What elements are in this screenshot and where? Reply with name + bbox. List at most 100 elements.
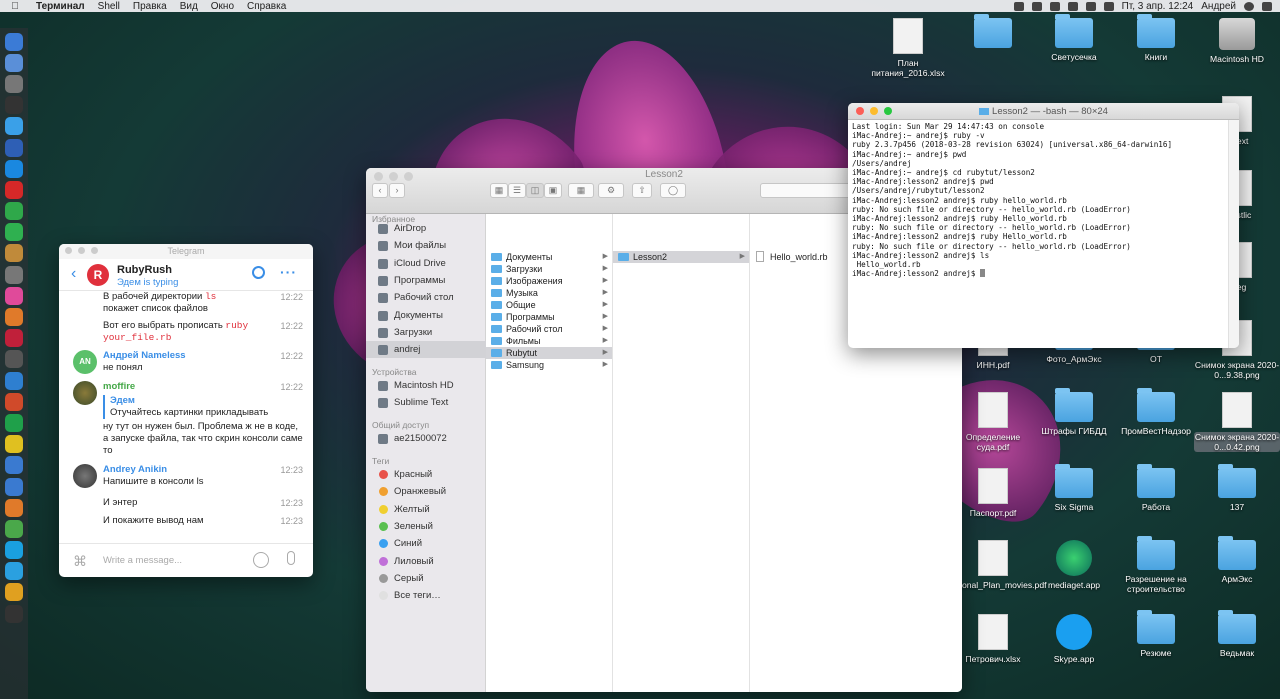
- dock-app-icon[interactable]: [5, 96, 23, 115]
- desktop-icon[interactable]: Резюме: [1113, 610, 1199, 658]
- desktop-icon[interactable]: [950, 14, 1036, 52]
- sidebar-item[interactable]: andrej: [366, 341, 486, 359]
- forward-button[interactable]: ›: [389, 183, 405, 198]
- sidebar-tag[interactable]: Желтый: [366, 501, 486, 518]
- terminal-titlebar[interactable]: Lesson2 — -bash — 80×24: [848, 103, 1239, 120]
- user-avatar[interactable]: AN: [73, 350, 97, 374]
- menu-clock[interactable]: Пт, 3 апр. 12:24: [1122, 1, 1194, 12]
- desktop-icon[interactable]: mediaget.app: [1031, 540, 1117, 590]
- close-button[interactable]: [856, 107, 864, 115]
- desktop-icon[interactable]: Работа: [1113, 464, 1199, 512]
- emoji-icon[interactable]: [253, 552, 269, 568]
- sidebar-tag[interactable]: Красный: [366, 466, 486, 483]
- sidebar-item[interactable]: Загрузки: [366, 324, 486, 341]
- desktop-icon[interactable]: Skype.app: [1031, 614, 1117, 664]
- menu-item-view[interactable]: Вид: [180, 1, 198, 12]
- sidebar-tag[interactable]: Синий: [366, 535, 486, 552]
- dock-app-icon[interactable]: [5, 541, 23, 560]
- user-avatar[interactable]: [73, 381, 97, 405]
- dock-app-icon[interactable]: [5, 308, 23, 327]
- desktop-icon[interactable]: Светусечка: [1031, 14, 1117, 62]
- desktop-icon[interactable]: Штрафы ГИБДД: [1031, 388, 1117, 436]
- more-icon[interactable]: ···: [280, 264, 297, 280]
- dock-app-icon[interactable]: [5, 498, 23, 517]
- minimize-button[interactable]: [870, 107, 878, 115]
- sidebar-item[interactable]: Sublime Text: [366, 394, 486, 411]
- sidebar-item[interactable]: Документы: [366, 307, 486, 324]
- dock-app-icon[interactable]: [5, 392, 23, 411]
- sidebar-item[interactable]: AirDrop: [366, 220, 486, 237]
- sidebar-tag[interactable]: Все теги…: [366, 587, 486, 604]
- dock-app-icon[interactable]: [5, 329, 23, 348]
- dock-app-icon[interactable]: [5, 202, 23, 221]
- close-button[interactable]: [65, 247, 72, 254]
- dock-app-icon[interactable]: [5, 159, 23, 178]
- folder-item[interactable]: Музыка ▶: [486, 287, 612, 299]
- dock-app-icon[interactable]: [5, 519, 23, 538]
- dock-app-icon[interactable]: [5, 350, 23, 369]
- desktop-icon[interactable]: Определение суда.pdf: [950, 392, 1036, 452]
- gear-icon[interactable]: ⚙: [598, 183, 624, 198]
- share-icon[interactable]: ⇧: [632, 183, 652, 198]
- menu-item-window[interactable]: Окно: [211, 1, 234, 12]
- dock-app-icon[interactable]: [5, 562, 23, 581]
- status-icon[interactable]: [1031, 1, 1042, 11]
- scrollbar[interactable]: [1228, 120, 1239, 348]
- desktop-icon[interactable]: Петрович.xlsx: [950, 614, 1036, 664]
- folder-item[interactable]: Рабочий стол ▶: [486, 323, 612, 335]
- minimize-button[interactable]: [78, 247, 85, 254]
- back-button[interactable]: ‹: [372, 183, 388, 198]
- folder-item[interactable]: Загрузки ▶: [486, 263, 612, 275]
- sidebar-tag[interactable]: Оранжевый: [366, 483, 486, 500]
- volume-icon[interactable]: [1085, 1, 1096, 11]
- sidebar-item[interactable]: iCloud Drive: [366, 255, 486, 272]
- dock-app-icon[interactable]: [5, 477, 23, 496]
- folder-item[interactable]: Samsung ▶: [486, 359, 612, 371]
- chat-name[interactable]: RubyRush: [117, 264, 172, 276]
- folder-item[interactable]: Фильмы ▶: [486, 335, 612, 347]
- desktop-icon[interactable]: ersonal_Plan_movies.pdf: [950, 540, 1047, 590]
- flag-icon[interactable]: [1103, 1, 1114, 11]
- message-sender[interactable]: Andrey Anikin: [103, 464, 303, 476]
- attach-icon[interactable]: ⌘: [73, 553, 87, 570]
- zoom-button[interactable]: [884, 107, 892, 115]
- chat-avatar[interactable]: R: [87, 264, 109, 286]
- notification-icon[interactable]: [1262, 1, 1272, 11]
- dock-app-icon[interactable]: [5, 74, 23, 93]
- folder-item[interactable]: Изображения ▶: [486, 275, 612, 287]
- dock-app-icon[interactable]: [5, 413, 23, 432]
- desktop-icon[interactable]: АрмЭкс: [1194, 536, 1280, 584]
- finder-column-2[interactable]: Lesson2 ▶: [613, 214, 750, 692]
- sidebar-tag[interactable]: Серый: [366, 570, 486, 587]
- desktop-icon[interactable]: Macintosh HD: [1194, 18, 1280, 64]
- microphone-icon[interactable]: [287, 551, 295, 565]
- user-avatar[interactable]: [73, 464, 97, 488]
- dock-app-icon[interactable]: [5, 371, 23, 390]
- folder-item[interactable]: Документы ▶: [486, 251, 612, 263]
- dock-app-icon[interactable]: [5, 265, 23, 284]
- desktop-icon[interactable]: Разрешение на строительство: [1113, 536, 1199, 594]
- message-sender[interactable]: moffire: [103, 381, 303, 393]
- dock-app-icon[interactable]: [5, 53, 23, 72]
- desktop-icon[interactable]: Книги: [1113, 14, 1199, 62]
- message-list[interactable]: 12:22 В рабочей директории ls покажет сп…: [59, 291, 313, 543]
- folder-item[interactable]: Lesson2 ▶: [613, 251, 749, 263]
- sidebar-item[interactable]: Macintosh HD: [366, 377, 486, 394]
- dock-app-icon[interactable]: [5, 604, 23, 623]
- wifi-icon[interactable]: [1067, 1, 1078, 11]
- desktop-icon[interactable]: ПромВестНадзор: [1113, 388, 1199, 436]
- sidebar-tag[interactable]: Зеленый: [366, 518, 486, 535]
- folder-item[interactable]: Общие ▶: [486, 299, 612, 311]
- column-view-icon[interactable]: ◫: [526, 183, 544, 198]
- sidebar-item[interactable]: Рабочий стол: [366, 289, 486, 306]
- message-input[interactable]: Write a message...: [103, 555, 182, 566]
- desktop-icon[interactable]: Паспорт.pdf: [950, 468, 1036, 518]
- tag-icon[interactable]: ◯: [660, 183, 686, 198]
- zoom-button[interactable]: [91, 247, 98, 254]
- status-icon[interactable]: [1049, 1, 1060, 11]
- dock-app-icon[interactable]: [5, 223, 23, 242]
- icon-view-icon[interactable]: ▦: [490, 183, 508, 198]
- terminal-output[interactable]: Last login: Sun Mar 29 14:47:43 on conso…: [848, 120, 1228, 348]
- dock-app-icon[interactable]: [5, 117, 23, 136]
- arrange-icon[interactable]: ▦: [568, 183, 594, 198]
